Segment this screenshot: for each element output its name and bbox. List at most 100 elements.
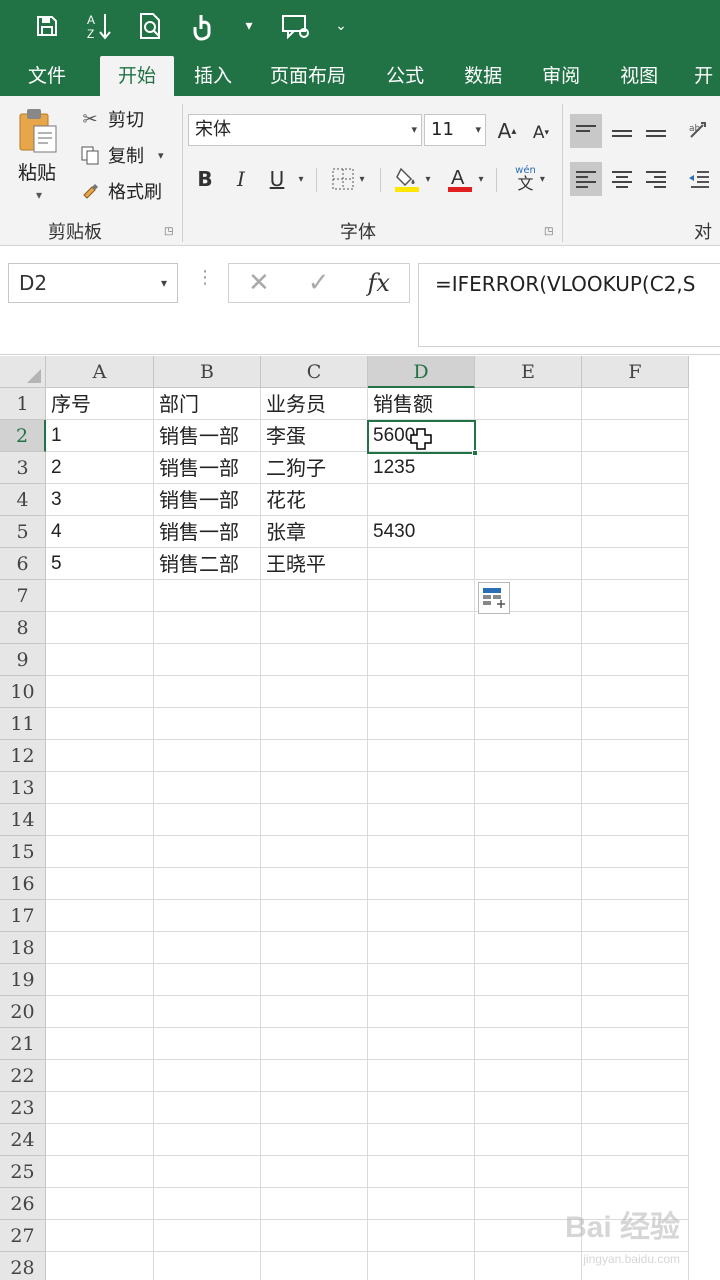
cell-f24[interactable] — [582, 1124, 689, 1156]
cell-c26[interactable] — [261, 1188, 368, 1220]
row-header[interactable]: 11 — [0, 708, 46, 740]
cell-e3[interactable] — [475, 452, 582, 484]
cell-d14[interactable] — [368, 804, 475, 836]
cell-e23[interactable] — [475, 1092, 582, 1124]
cell-a26[interactable] — [46, 1188, 154, 1220]
phonetic-button[interactable]: wén 文 ▾ — [506, 162, 554, 196]
cell-a1[interactable]: 序号 — [46, 388, 154, 420]
cell-f6[interactable] — [582, 548, 689, 580]
cell-f17[interactable] — [582, 900, 689, 932]
row-header[interactable]: 14 — [0, 804, 46, 836]
cell-e9[interactable] — [475, 644, 582, 676]
cell-c14[interactable] — [261, 804, 368, 836]
row-header[interactable]: 20 — [0, 996, 46, 1028]
cell-b25[interactable] — [154, 1156, 261, 1188]
row-header[interactable]: 10 — [0, 676, 46, 708]
cell-a28[interactable] — [46, 1252, 154, 1280]
cell-e13[interactable] — [475, 772, 582, 804]
cell-c27[interactable] — [261, 1220, 368, 1252]
cell-c19[interactable] — [261, 964, 368, 996]
cell-f8[interactable] — [582, 612, 689, 644]
cell-d28[interactable] — [368, 1252, 475, 1280]
cell-e5[interactable] — [475, 516, 582, 548]
row-header[interactable]: 8 — [0, 612, 46, 644]
cell-b16[interactable] — [154, 868, 261, 900]
cell-a8[interactable] — [46, 612, 154, 644]
column-header-b[interactable]: B — [154, 356, 261, 388]
tab-insert[interactable]: 插入 — [194, 56, 232, 96]
cell-e1[interactable] — [475, 388, 582, 420]
cell-c22[interactable] — [261, 1060, 368, 1092]
cell-a20[interactable] — [46, 996, 154, 1028]
cell-b4[interactable]: 销售一部 — [154, 484, 261, 516]
top-align-button[interactable] — [570, 114, 602, 148]
copy-button[interactable]: 复制 ▾ — [78, 142, 164, 168]
cell-d23[interactable] — [368, 1092, 475, 1124]
cell-b17[interactable] — [154, 900, 261, 932]
font-name-select[interactable]: 宋体 ▾ — [188, 114, 422, 146]
row-header[interactable]: 18 — [0, 932, 46, 964]
cell-d8[interactable] — [368, 612, 475, 644]
cell-e17[interactable] — [475, 900, 582, 932]
cell-b21[interactable] — [154, 1028, 261, 1060]
cell-b8[interactable] — [154, 612, 261, 644]
cell-f22[interactable] — [582, 1060, 689, 1092]
borders-button[interactable]: ▾ — [326, 162, 370, 196]
font-color-button[interactable]: A ▾ — [442, 162, 488, 196]
cell-b20[interactable] — [154, 996, 261, 1028]
cell-f11[interactable] — [582, 708, 689, 740]
cell-d20[interactable] — [368, 996, 475, 1028]
cell-c13[interactable] — [261, 772, 368, 804]
row-header[interactable]: 28 — [0, 1252, 46, 1280]
row-header[interactable]: 15 — [0, 836, 46, 868]
underline-dropdown-icon[interactable]: ▾ — [292, 162, 306, 196]
orientation-button[interactable]: ab — [684, 114, 714, 148]
tab-more[interactable]: 开 — [694, 56, 713, 96]
cell-a10[interactable] — [46, 676, 154, 708]
quick-analysis-button[interactable] — [478, 582, 510, 614]
cell-a25[interactable] — [46, 1156, 154, 1188]
column-header-c[interactable]: C — [261, 356, 368, 388]
cell-d17[interactable] — [368, 900, 475, 932]
cell-d4[interactable] — [368, 484, 475, 516]
cell-e25[interactable] — [475, 1156, 582, 1188]
tab-review[interactable]: 审阅 — [542, 56, 580, 96]
cell-a7[interactable] — [46, 580, 154, 612]
cell-e10[interactable] — [475, 676, 582, 708]
cell-a11[interactable] — [46, 708, 154, 740]
cell-f21[interactable] — [582, 1028, 689, 1060]
row-header[interactable]: 3 — [0, 452, 46, 484]
row-header[interactable]: 5 — [0, 516, 46, 548]
cell-c12[interactable] — [261, 740, 368, 772]
cell-a17[interactable] — [46, 900, 154, 932]
cell-d7[interactable] — [368, 580, 475, 612]
cell-e14[interactable] — [475, 804, 582, 836]
cell-f4[interactable] — [582, 484, 689, 516]
tab-formulas[interactable]: 公式 — [386, 56, 424, 96]
cell-e11[interactable] — [475, 708, 582, 740]
cell-b6[interactable]: 销售二部 — [154, 548, 261, 580]
cell-f13[interactable] — [582, 772, 689, 804]
tab-data[interactable]: 数据 — [464, 56, 502, 96]
row-header[interactable]: 25 — [0, 1156, 46, 1188]
italic-button[interactable]: I — [228, 162, 254, 196]
paste-dropdown-icon[interactable]: ▾ — [36, 188, 42, 202]
name-box-dropdown-icon[interactable]: ▾ — [161, 264, 167, 302]
cell-c21[interactable] — [261, 1028, 368, 1060]
cell-b7[interactable] — [154, 580, 261, 612]
row-header[interactable]: 19 — [0, 964, 46, 996]
cell-c25[interactable] — [261, 1156, 368, 1188]
cell-f23[interactable] — [582, 1092, 689, 1124]
column-header-e[interactable]: E — [475, 356, 582, 388]
cell-b9[interactable] — [154, 644, 261, 676]
cell-a9[interactable] — [46, 644, 154, 676]
fill-color-button[interactable]: ▾ — [390, 162, 434, 196]
cell-f19[interactable] — [582, 964, 689, 996]
shrink-font-button[interactable]: A ▾ — [528, 116, 554, 150]
cell-b12[interactable] — [154, 740, 261, 772]
fill-handle[interactable] — [472, 450, 478, 456]
cell-c4[interactable]: 花花 — [261, 484, 368, 516]
cell-d16[interactable] — [368, 868, 475, 900]
grow-font-button[interactable]: A ▴ — [494, 114, 520, 148]
align-right-button[interactable] — [640, 162, 672, 196]
